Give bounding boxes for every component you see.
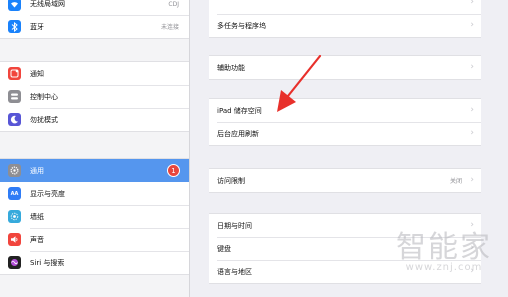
- sidebar-item-label: 通知: [30, 69, 44, 78]
- sound-icon: [8, 233, 21, 246]
- settings-sidebar: 无线局域网 CDJ 蓝牙 未连接 通知 控制中心 勿扰模式 通用 1 AA 显示…: [0, 0, 190, 297]
- chevron-right-icon: ›: [470, 0, 474, 7]
- wallpaper-icon: [8, 210, 21, 223]
- watermark-url: www.znj.com: [405, 262, 483, 273]
- moon-icon: [8, 113, 21, 126]
- detail-group-storage: iPad 储存空间 › 后台应用刷新 ›: [209, 98, 481, 146]
- restrictions-status: 关闭: [449, 178, 462, 185]
- detail-item-label: 后台应用刷新: [217, 129, 259, 138]
- watermark: 智能家 www.znj.com: [396, 230, 492, 274]
- watermark-text: 智能家: [396, 230, 492, 265]
- detail-item-multitasking[interactable]: 多任务与程序坞 ›: [209, 14, 481, 37]
- detail-group-restrictions: 访问限制 关闭 ›: [209, 168, 481, 193]
- bluetooth-status: 未连接: [160, 24, 179, 31]
- sidebar-item-bluetooth[interactable]: 蓝牙 未连接: [0, 15, 189, 38]
- detail-item-restrictions[interactable]: 访问限制 关闭 ›: [209, 169, 481, 192]
- chevron-right-icon: ›: [470, 128, 474, 138]
- sidebar-item-control-center[interactable]: 控制中心: [0, 85, 189, 108]
- bluetooth-icon: [8, 20, 21, 33]
- detail-item-cut-off[interactable]: ›: [209, 0, 481, 14]
- sidebar-item-do-not-disturb[interactable]: 勿扰模式: [0, 108, 189, 131]
- detail-item-label: 日期与时间: [217, 221, 252, 230]
- update-badge: 1: [167, 164, 180, 177]
- chevron-right-icon: ›: [470, 105, 474, 115]
- notifications-icon: [8, 67, 21, 80]
- detail-item-label: iPad 储存空间: [217, 106, 262, 115]
- gear-icon: [8, 164, 21, 177]
- siri-icon: [8, 256, 21, 269]
- detail-group-accessibility: 辅助功能 ›: [209, 55, 481, 80]
- sidebar-item-notifications[interactable]: 通知: [0, 62, 189, 85]
- sidebar-item-label: Siri 与搜索: [30, 258, 65, 267]
- chevron-right-icon: ›: [470, 62, 474, 72]
- detail-item-label: 访问限制: [217, 176, 245, 185]
- sidebar-item-display[interactable]: AA 显示与亮度: [0, 182, 189, 205]
- wifi-network-name: CDJ: [168, 0, 179, 8]
- chevron-right-icon: ›: [470, 175, 474, 185]
- sidebar-item-label: 声音: [30, 235, 44, 244]
- sidebar-item-label: 墙纸: [30, 212, 44, 221]
- annotation-arrow: [277, 54, 322, 112]
- sidebar-item-label: 勿扰模式: [30, 115, 58, 124]
- sidebar-item-sounds[interactable]: 声音: [0, 228, 189, 251]
- sidebar-item-label: 无线局域网: [30, 0, 65, 8]
- chevron-right-icon: ›: [470, 220, 474, 230]
- sidebar-item-label: 蓝牙: [30, 22, 44, 31]
- sidebar-item-label: 显示与亮度: [30, 189, 65, 198]
- detail-item-accessibility[interactable]: 辅助功能 ›: [209, 56, 481, 79]
- sidebar-item-label: 控制中心: [30, 92, 58, 101]
- sidebar-item-wifi[interactable]: 无线局域网 CDJ: [0, 0, 189, 15]
- detail-item-ipad-storage[interactable]: iPad 储存空间 ›: [209, 99, 481, 122]
- display-icon: AA: [8, 187, 21, 200]
- detail-item-background-refresh[interactable]: 后台应用刷新 ›: [209, 122, 481, 145]
- control-center-icon: [8, 90, 21, 103]
- detail-item-label: 语言与地区: [217, 267, 252, 276]
- detail-item-label: 辅助功能: [217, 63, 245, 72]
- sidebar-group-system: 通知 控制中心 勿扰模式: [0, 61, 189, 132]
- sidebar-group-connectivity: 无线局域网 CDJ 蓝牙 未连接: [0, 0, 189, 39]
- detail-item-label: 键盘: [217, 244, 231, 253]
- detail-group-top: › 多任务与程序坞 ›: [209, 0, 481, 38]
- sidebar-item-general[interactable]: 通用 1: [0, 159, 189, 182]
- sidebar-item-siri[interactable]: Siri 与搜索: [0, 251, 189, 274]
- sidebar-item-wallpaper[interactable]: 墙纸: [0, 205, 189, 228]
- wifi-icon: [8, 0, 21, 11]
- sidebar-group-general: 通用 1 AA 显示与亮度 墙纸 声音 Siri 与搜索: [0, 158, 189, 275]
- chevron-right-icon: ›: [470, 20, 474, 30]
- sidebar-item-label: 通用: [30, 166, 44, 175]
- detail-item-label: 多任务与程序坞: [217, 21, 266, 30]
